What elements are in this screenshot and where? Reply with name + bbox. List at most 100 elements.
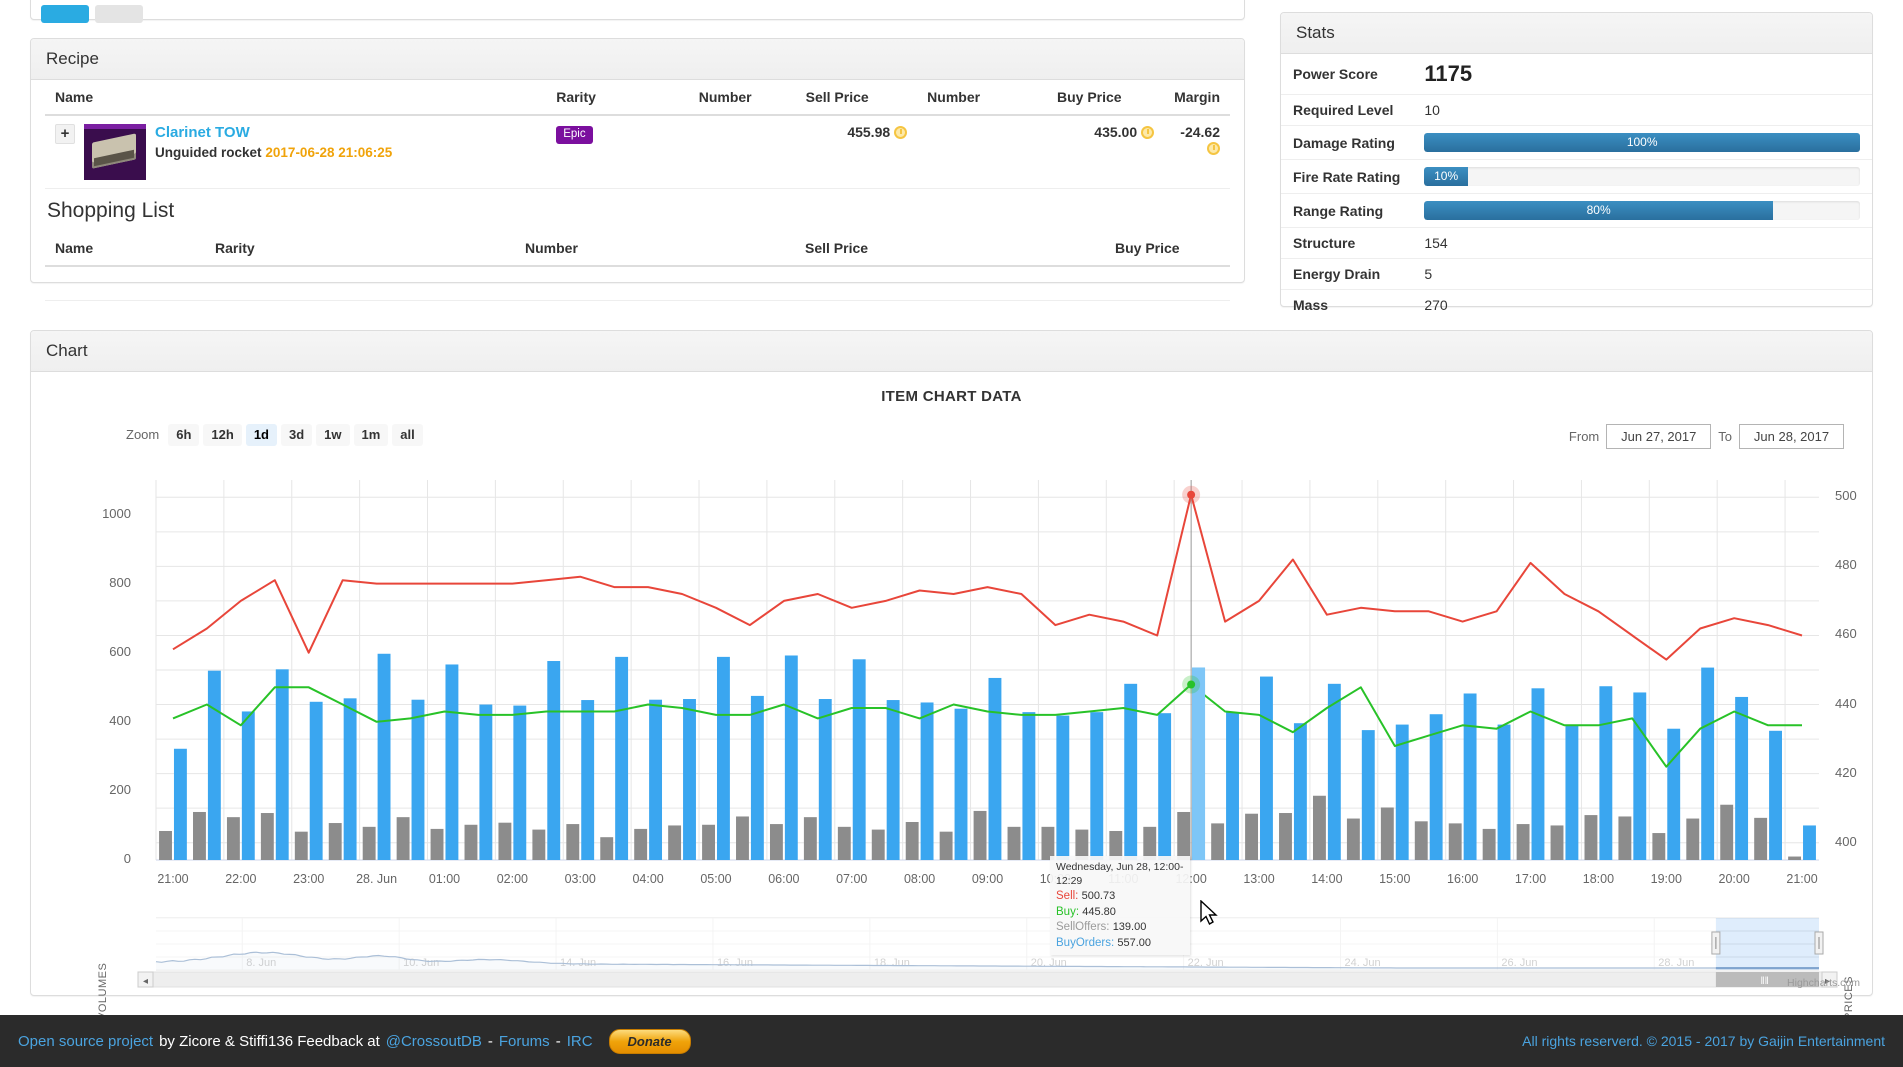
y2-axis-tick: 500 [1835,488,1857,504]
stats-row: Fire Rate Rating 10% [1281,159,1872,194]
stat-value: 270 [1412,289,1872,320]
stat-label: Mass [1281,289,1413,320]
chart-panel: Chart ITEM CHART DATA Zoom 6h 12h 1d 3d 1w 1m… [30,330,1873,1020]
recipe-col-number-sell: Number [688,80,796,116]
tooltip-key: BuyOrders: [1056,936,1115,949]
shopping-empty-row [45,266,1230,301]
recipe-col-rarity: Rarity [546,80,689,116]
shopping-list-table: Name Rarity Number Sell Price Buy Price [45,231,1230,301]
y2-axis-tick: 400 [1835,833,1857,849]
stat-value: 1175 [1412,54,1872,95]
stats-row: Required Level 10 [1281,94,1872,126]
range-button-all[interactable]: all [392,424,423,446]
tooltip-row: Sell: 500.73 [1056,889,1184,905]
stat-value: 100% [1412,125,1872,160]
tooltip-key: Sell: [1056,890,1079,903]
stats-row: Energy Drain 5 [1281,258,1872,290]
recipe-cell-number-buy [917,115,1047,189]
footer-forums-link[interactable]: Forums [499,1033,550,1050]
stats-panel: Stats Power Score 1175 Required Level 10 Dam… [1280,12,1873,320]
highcharts-credit[interactable]: Highcharts.com [1787,977,1860,989]
stats-row: Damage Rating 100% [1281,125,1872,160]
stat-text: 1175 [1424,61,1473,86]
footer-twitter-link[interactable]: @CrossoutDB [386,1033,482,1050]
tooltip-value: 139.00 [1112,921,1147,934]
footer-irc-link[interactable]: IRC [567,1033,593,1050]
expand-row-button[interactable]: + [55,124,75,144]
coin-icon [1207,142,1220,155]
stat-value: 80% [1412,193,1872,228]
stat-value: 10 [1412,94,1872,126]
stat-label: Required Level [1281,94,1413,126]
navigator-svg[interactable]: 8. Jun10. Jun14. Jun16. Jun18. Jun20. Ju… [31,912,1872,990]
item-name-link[interactable]: Clarinet TOW [155,124,392,143]
y2-axis-tick: 420 [1835,764,1857,780]
recipe-cell-buy-price: 435.00 [1047,115,1165,189]
rarity-badge: Epic [556,126,593,144]
item-timestamp: 2017-06-28 21:06:25 [265,144,393,160]
range-button-6h[interactable]: 6h [168,424,200,446]
x-axis-tick: 21:00 [1786,872,1818,886]
recipe-cell-margin: -24.62 [1164,115,1230,189]
range-button-1d[interactable]: 1d [245,424,277,446]
progress-bar-track: 80% [1424,201,1860,220]
shopping-col-sell-price: Sell Price [795,231,1105,267]
recipe-col-number-buy: Number [917,80,1047,116]
range-button-1m[interactable]: 1m [353,424,389,446]
recipe-col-name: Name [45,80,547,116]
range-selector: Zoom 6h 12h 1d 3d 1w 1m all [126,424,423,446]
shopping-list-title: Shopping List [47,199,175,222]
footer-rights: All rights reserverd. © 2015 - 2017 by G… [1522,1033,1885,1049]
recipe-panel-title: Recipe [31,39,1244,80]
tooltip-header: Wednesday, Jun 28, 12:00-12:29 [1056,861,1184,888]
shopping-empty-cell [45,266,1230,301]
from-date-input[interactable] [1606,424,1712,449]
y2-axis-tick: 440 [1835,695,1857,711]
chart-svg [155,480,1819,861]
footer-credit-text: by Zicore & Stiffi136 Feedback at [159,1032,380,1050]
tooltip-row: BuyOrders: 557.00 [1056,936,1184,952]
page-root: Recipe Name Rarity Number Sell Price Num… [0,0,1903,1067]
progress-bar-fill: 10% [1424,167,1468,186]
stat-label: Range Rating [1281,193,1413,228]
recipe-cell-name: + Clarinet TOW Unguided rocket 2017-06-2… [45,115,547,189]
recipe-table: Name Rarity Number Sell Price Number Buy… [45,80,1230,189]
tab-active[interactable] [41,5,89,23]
tooltip-row: SellOffers: 139.00 [1056,920,1184,936]
footer-left: Open source project by Zicore & Stiffi13… [18,1028,691,1054]
zoom-label: Zoom [126,427,160,443]
tooltip-key: Buy: [1056,905,1080,918]
chart-panel-title: Chart [31,331,1872,372]
tab-secondary[interactable] [95,5,143,23]
shopping-col-buy-price: Buy Price [1105,231,1230,267]
y-axis-tick: 800 [109,574,131,590]
footer-open-source-link[interactable]: Open source project [18,1033,153,1050]
footer-dash-1: - [487,1032,493,1050]
donate-button[interactable]: Donate [608,1028,691,1054]
range-button-1w[interactable]: 1w [316,424,350,446]
recipe-col-sell-price: Sell Price [795,80,918,116]
stat-label: Fire Rate Rating [1281,159,1413,194]
recipe-cell-rarity: Epic [546,115,689,189]
chart-plot-area[interactable]: VOLUMES PRICES 0 200 400 600 800 1000 400 420 44… [31,460,1872,1020]
stats-row: Power Score 1175 [1281,54,1872,95]
footer-dash-2: - [555,1032,561,1050]
recipe-panel: Recipe Name Rarity Number Sell Price Num… [30,38,1245,301]
progress-bar-track: 100% [1424,133,1860,152]
chart-navigator[interactable]: 8. Jun10. Jun14. Jun16. Jun18. Jun20. Ju… [31,912,1872,990]
range-button-12h[interactable]: 12h [203,424,242,446]
stat-label: Structure [1281,227,1413,259]
recipe-col-margin: Margin [1164,80,1230,116]
margin-value: -24.62 [1180,124,1220,140]
progress-bar-fill: 80% [1424,201,1773,220]
range-button-3d[interactable]: 3d [280,424,313,446]
tooltip-value: 445.80 [1082,905,1116,918]
stat-value: 5 [1412,258,1872,290]
table-row: + Clarinet TOW Unguided rocket 2017-06-2… [45,115,1230,189]
item-thumbnail[interactable] [84,124,146,180]
chart-tooltip: Wednesday, Jun 28, 12:00-12:29 Sell: 500… [1050,856,1190,956]
to-date-input[interactable] [1739,424,1844,449]
stat-text: 5 [1424,266,1433,282]
coin-icon [1141,126,1155,139]
tooltip-value: 500.73 [1081,890,1116,903]
